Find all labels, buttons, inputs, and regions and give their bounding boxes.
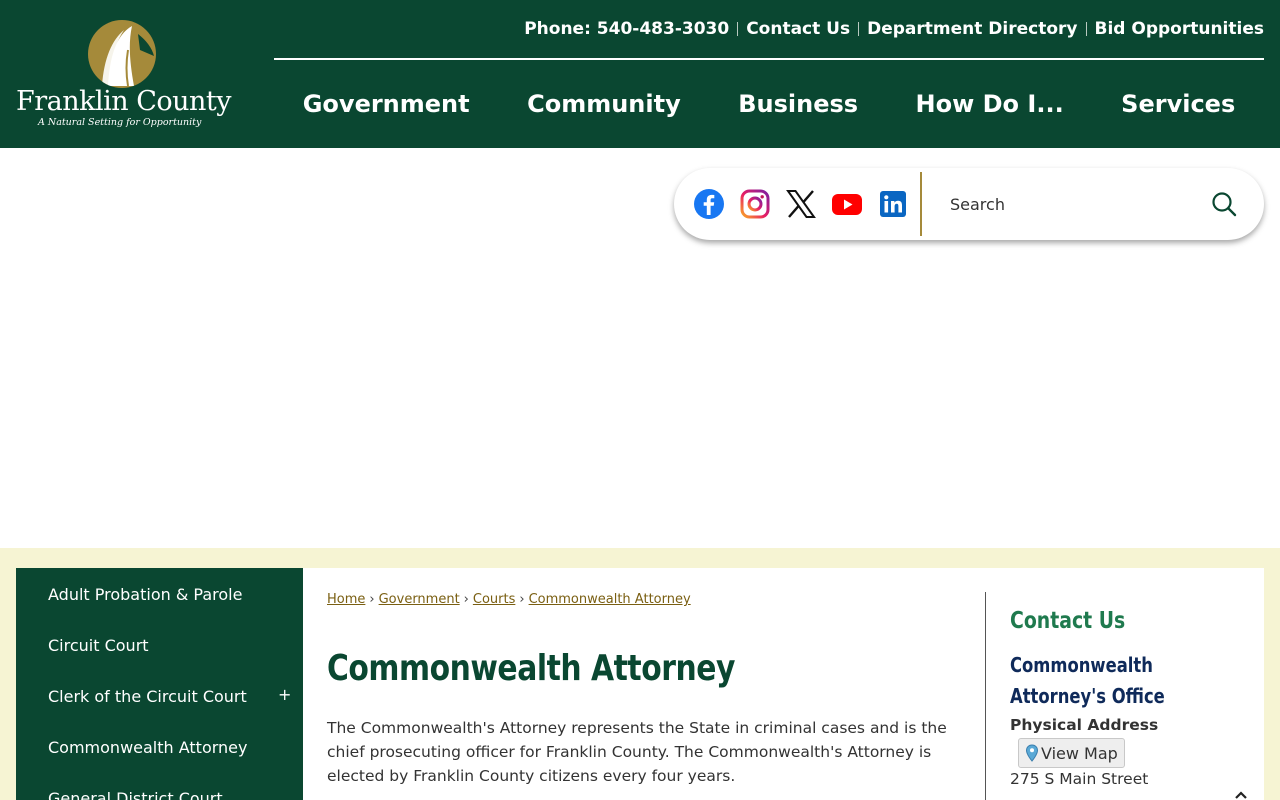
nav-community[interactable]: Community (527, 90, 681, 118)
breadcrumb-courts[interactable]: Courts (473, 592, 516, 607)
sidebar-item-circuit-court[interactable]: Circuit Court (48, 636, 149, 655)
main-content: Home › Government › Courts › Commonwealth Atto… (303, 568, 1264, 800)
social-search-bar (674, 168, 1264, 240)
breadcrumb-separator: › (519, 592, 525, 607)
logo-name: Franklin County (16, 86, 232, 117)
search-divider (920, 172, 922, 236)
view-map-label: View Map (1041, 743, 1118, 763)
youtube-icon[interactable] (831, 188, 863, 220)
nav-business[interactable]: Business (738, 90, 858, 118)
contact-sidebar: Contact Us Commonwealth Attorney's Offic… (1010, 608, 1250, 788)
site-header: Franklin County A Natural Setting for Op… (0, 0, 1280, 148)
view-map-button[interactable]: View Map (1018, 738, 1125, 768)
office-name[interactable]: Commonwealth Attorney's Office (1010, 650, 1248, 712)
page-title: Commonwealth Attorney (327, 648, 735, 689)
utility-nav: Phone: 540-483-3030 Contact Us Departmen… (524, 18, 1264, 40)
sidebar-item-commonwealth-attorney[interactable]: Commonwealth Attorney (48, 738, 248, 757)
map-pin-icon (1025, 744, 1039, 762)
aside-divider (985, 592, 986, 800)
search-icon[interactable] (1210, 190, 1238, 218)
facebook-icon[interactable] (693, 188, 725, 220)
logo-emblem (88, 20, 156, 88)
breadcrumb-commonwealth-attorney[interactable]: Commonwealth Attorney (529, 592, 691, 607)
sidebar-nav: Adult Probation & Parole Circuit Court C… (16, 568, 303, 800)
utility-separator (737, 22, 739, 36)
breadcrumb-government[interactable]: Government (379, 592, 460, 607)
breadcrumb-separator: › (463, 592, 469, 607)
street-address: 275 S Main Street (1010, 770, 1149, 788)
x-icon[interactable] (785, 188, 817, 220)
address-label: Physical Address (1010, 716, 1159, 734)
breadcrumb: Home › Government › Courts › Commonwealth Atto… (327, 592, 691, 607)
logo-tagline: A Natural Setting for Opportunity (38, 117, 202, 128)
contact-us-link[interactable]: Contact Us (746, 19, 850, 39)
breadcrumb-home[interactable]: Home (327, 592, 365, 607)
main-nav: Government Community Business How Do I..… (274, 84, 1264, 124)
search-input[interactable] (936, 184, 1196, 224)
sidebar-item-adult-probation[interactable]: Adult Probation & Parole (48, 585, 242, 604)
department-directory-link[interactable]: Department Directory (867, 19, 1077, 39)
linkedin-icon[interactable] (877, 188, 909, 220)
chevron-down-icon[interactable] (1233, 790, 1249, 800)
sidebar-item-general-district-court[interactable]: General District Court (48, 789, 223, 800)
nav-how-do-i[interactable]: How Do I... (916, 90, 1064, 118)
nav-government[interactable]: Government (303, 90, 470, 118)
header-divider (274, 58, 1264, 60)
expand-toggle[interactable]: + (278, 685, 291, 704)
utility-separator (858, 22, 860, 36)
bid-opportunities-link[interactable]: Bid Opportunities (1095, 19, 1265, 39)
intro-paragraph: The Commonwealth's Attorney represents t… (327, 719, 947, 785)
contact-title: Contact Us (1010, 608, 1126, 634)
nav-services[interactable]: Services (1121, 90, 1235, 118)
county-logo[interactable]: Franklin County A Natural Setting for Op… (14, 16, 238, 134)
instagram-icon[interactable] (739, 188, 771, 220)
breadcrumb-separator: › (369, 592, 375, 607)
sidebar-item-clerk-circuit-court[interactable]: Clerk of the Circuit Court (48, 687, 247, 706)
utility-separator (1085, 22, 1087, 36)
phone-link[interactable]: Phone: 540-483-3030 (524, 19, 729, 39)
